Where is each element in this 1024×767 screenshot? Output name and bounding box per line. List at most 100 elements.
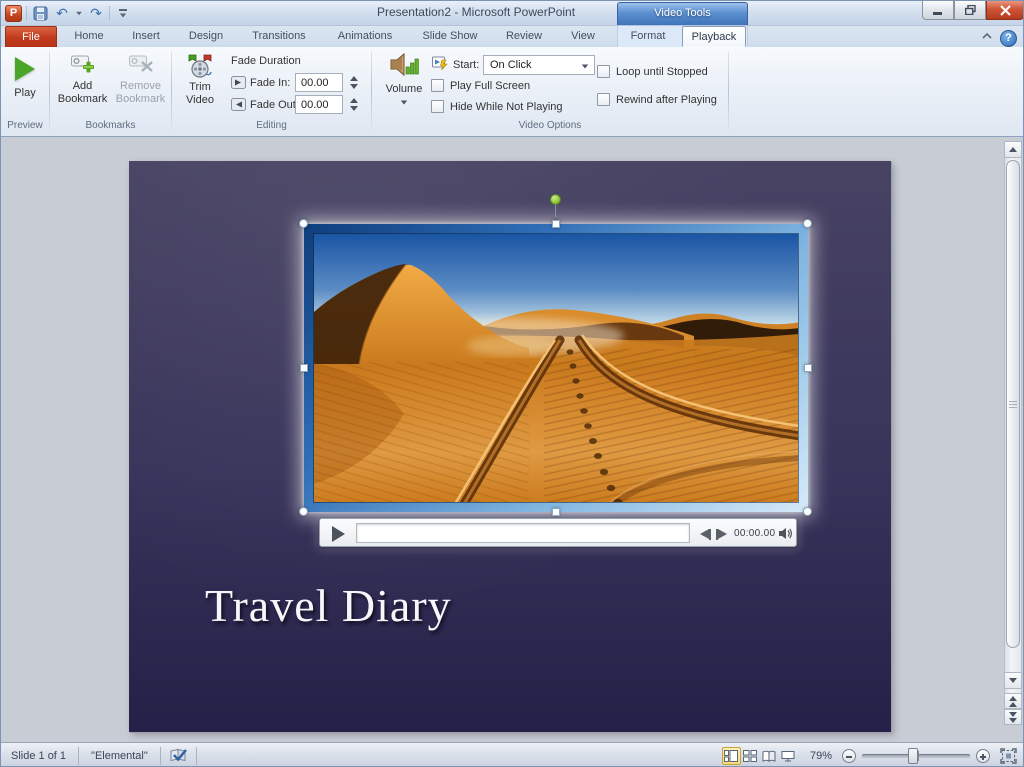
- tab-transitions[interactable]: Transitions: [239, 26, 319, 47]
- ribbon-playback: Play Preview Add Bookmark: [1, 47, 1024, 137]
- undo-dropdown-arrow[interactable]: [76, 11, 82, 15]
- resize-handle-left[interactable]: [300, 364, 308, 372]
- group-editing: Trim Video Fade Duration Fade In:: [172, 47, 371, 137]
- spell-check-icon[interactable]: [169, 748, 188, 763]
- tab-home[interactable]: Home: [63, 26, 115, 47]
- tab-format[interactable]: Format: [621, 26, 675, 47]
- start-dropdown[interactable]: On Click: [483, 55, 595, 75]
- trim-video-button[interactable]: Trim Video: [174, 53, 226, 117]
- rotate-handle[interactable]: [550, 194, 561, 205]
- remove-bookmark-button[interactable]: Remove Bookmark: [112, 53, 169, 117]
- tab-view[interactable]: View: [559, 26, 607, 47]
- fade-in-icon: [231, 76, 246, 89]
- tab-insert[interactable]: Insert: [121, 26, 171, 47]
- powerpoint-app-icon[interactable]: P: [5, 5, 22, 22]
- loop-until-stopped-checkbox[interactable]: [597, 65, 610, 78]
- help-button[interactable]: ?: [1000, 30, 1017, 47]
- rewind-after-playing-checkbox[interactable]: [597, 93, 610, 106]
- resize-handle-bottom-left[interactable]: [299, 507, 308, 516]
- reading-view-button[interactable]: [760, 747, 779, 765]
- volume-icon: [389, 51, 419, 78]
- divider: [109, 6, 110, 20]
- zoom-slider[interactable]: [862, 754, 970, 758]
- spin-down-icon[interactable]: [350, 84, 358, 89]
- previous-slide-button[interactable]: [1004, 693, 1022, 709]
- arrow-up-icon: [1009, 147, 1017, 152]
- slide-indicator[interactable]: Slide 1 of 1: [7, 750, 70, 762]
- add-bookmark-icon: [70, 53, 96, 77]
- normal-view-button[interactable]: [722, 747, 741, 765]
- slide-sorter-icon: [743, 750, 757, 762]
- play-full-screen-checkbox[interactable]: [431, 79, 444, 92]
- resize-handle-top-right[interactable]: [803, 219, 812, 228]
- scrollbar-thumb[interactable]: [1006, 160, 1020, 648]
- media-play-button[interactable]: [332, 526, 345, 542]
- play-button-label: Play: [3, 87, 47, 100]
- status-bar: Slide 1 of 1 "Elemental": [1, 742, 1024, 767]
- move-forward-button[interactable]: [716, 528, 731, 540]
- step-back-icon: [700, 529, 709, 539]
- media-progress-bar[interactable]: [356, 523, 690, 543]
- minimize-button[interactable]: [922, 1, 954, 20]
- theme-name[interactable]: "Elemental": [87, 750, 152, 762]
- fade-out-label: Fade Out:: [250, 99, 299, 111]
- scroll-down-button[interactable]: [1004, 672, 1022, 689]
- resize-handle-top[interactable]: [552, 220, 560, 228]
- zoom-slider-thumb[interactable]: [908, 748, 918, 764]
- start-dropdown-value: On Click: [490, 59, 532, 71]
- customize-qat-button[interactable]: [114, 4, 132, 22]
- play-button[interactable]: Play: [3, 53, 47, 113]
- resize-handle-top-left[interactable]: [299, 219, 308, 228]
- tab-file[interactable]: File: [5, 26, 57, 47]
- undo-button[interactable]: ↶: [53, 4, 71, 22]
- fade-in-input[interactable]: [295, 73, 343, 92]
- zoom-in-button[interactable]: [976, 749, 990, 763]
- tab-slide-show[interactable]: Slide Show: [411, 26, 489, 47]
- redo-button[interactable]: ↷: [87, 4, 105, 22]
- slide-title-text[interactable]: Travel Diary: [205, 579, 452, 632]
- add-bookmark-button[interactable]: Add Bookmark: [54, 53, 111, 117]
- normal-view-icon: [724, 750, 738, 762]
- move-back-button[interactable]: [700, 528, 715, 540]
- tab-playback[interactable]: Playback: [682, 26, 746, 47]
- group-label-editing: Editing: [172, 120, 371, 131]
- maximize-button[interactable]: [954, 1, 986, 20]
- divider: [160, 747, 161, 765]
- tab-animations[interactable]: Animations: [325, 26, 405, 47]
- fade-out-input[interactable]: [295, 95, 343, 114]
- spin-up-icon[interactable]: [350, 76, 358, 81]
- media-mute-button[interactable]: [778, 527, 793, 540]
- volume-button[interactable]: Volume: [378, 51, 430, 123]
- save-button[interactable]: [31, 4, 49, 22]
- fade-in-spinner[interactable]: [347, 73, 361, 92]
- tab-review[interactable]: Review: [495, 26, 553, 47]
- resize-handle-right[interactable]: [804, 364, 812, 372]
- minimize-ribbon-icon[interactable]: [981, 32, 993, 40]
- zoom-percent[interactable]: 79%: [806, 750, 836, 762]
- slide-sorter-view-button[interactable]: [741, 747, 760, 765]
- arrow-down-icon: [1009, 678, 1017, 683]
- slide-canvas[interactable]: 00:00.00 Travel Diary: [129, 161, 891, 732]
- tab-design[interactable]: Design: [179, 26, 233, 47]
- step-forward-icon: [718, 529, 727, 539]
- group-preview: Play Preview: [1, 47, 49, 137]
- hide-while-not-playing-checkbox[interactable]: [431, 100, 444, 113]
- zoom-out-button[interactable]: [842, 749, 856, 763]
- spin-down-icon[interactable]: [350, 106, 358, 111]
- volume-label: Volume: [378, 83, 430, 96]
- zoom-center-tick: [918, 751, 919, 761]
- spin-up-icon[interactable]: [350, 98, 358, 103]
- next-slide-button[interactable]: [1004, 709, 1022, 725]
- trim-video-label: Trim Video: [174, 81, 226, 107]
- video-object[interactable]: [304, 224, 808, 512]
- resize-handle-bottom[interactable]: [552, 508, 560, 516]
- resize-handle-bottom-right[interactable]: [803, 507, 812, 516]
- close-button[interactable]: [986, 1, 1024, 20]
- slide-show-view-button[interactable]: [779, 747, 798, 765]
- add-bookmark-label: Add Bookmark: [54, 80, 111, 106]
- fade-out-spinner[interactable]: [347, 95, 361, 114]
- group-separator: [728, 51, 729, 131]
- scroll-up-button[interactable]: [1004, 141, 1022, 158]
- play-full-screen-label: Play Full Screen: [450, 80, 530, 92]
- fit-to-window-button[interactable]: [1000, 748, 1017, 764]
